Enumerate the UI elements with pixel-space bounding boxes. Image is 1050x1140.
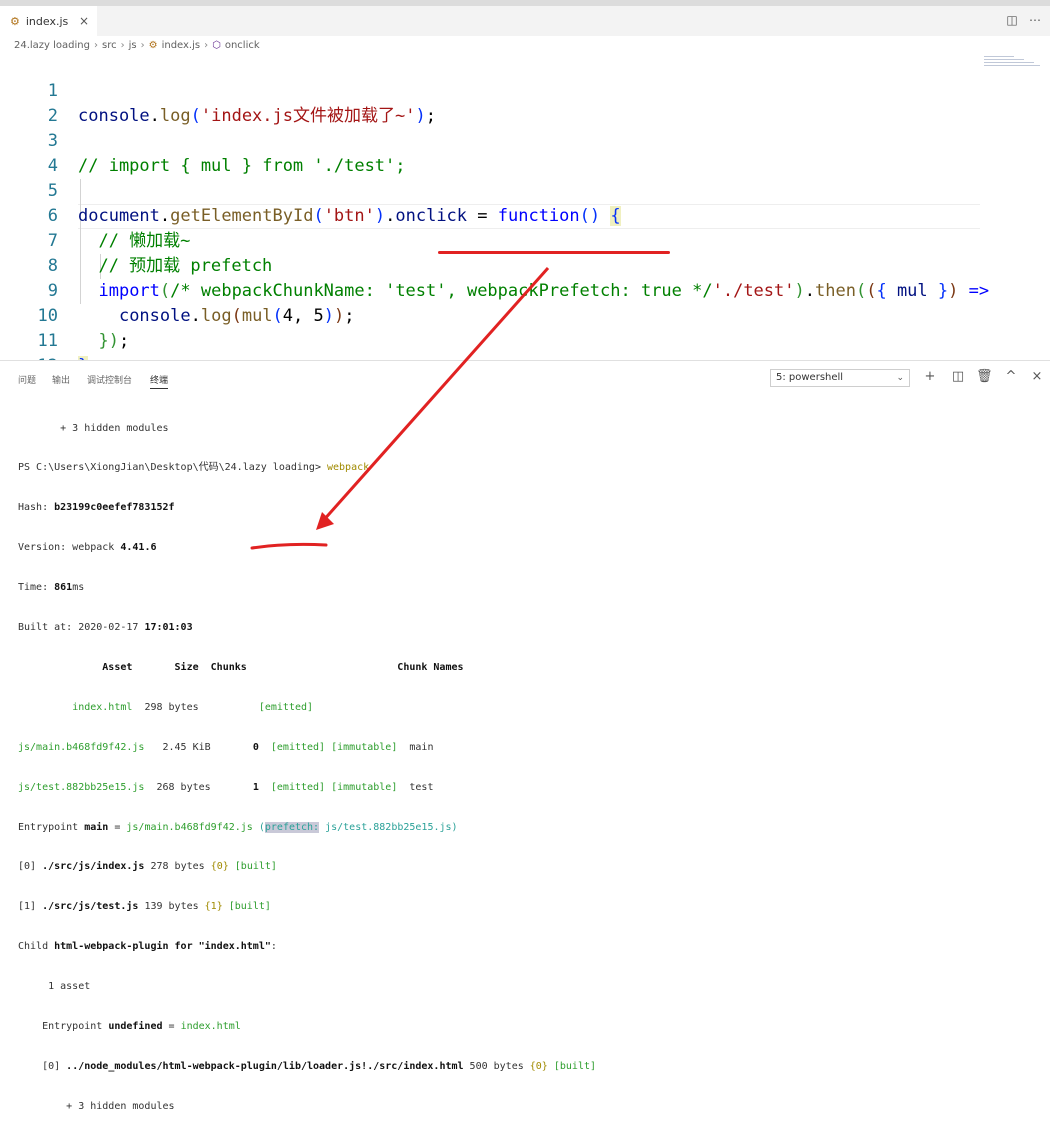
tab-output[interactable]: 输出 <box>52 373 70 386</box>
code-editor[interactable]: 1 console.log('index.js文件被加载了~'); 2 3 //… <box>0 54 1050 376</box>
more-actions-icon[interactable]: ⋯ <box>1028 13 1042 27</box>
breadcrumb: 24.lazy loading › src › js › ⚙ index.js › ⬡ … <box>0 36 1050 54</box>
terminal-line: Hash: b23199c0eefef783152f <box>18 502 175 514</box>
code-line: 10 }); <box>0 279 980 351</box>
terminal-line: index.html 298 bytes [emitted] <box>72 701 314 713</box>
code-line: 1 console.log('index.js文件被加载了~'); <box>0 54 980 126</box>
code-line: 4 <box>0 129 980 176</box>
terminal-line: PS C:\Users\XiongJian\Desktop\代码\24.lazy… <box>18 462 370 474</box>
code-line: 7 // 预加载 prefetch <box>0 204 980 276</box>
terminal-line: Child html-webpack-plugin for "index.htm… <box>18 941 277 953</box>
terminal-line: 1 asset <box>18 981 91 993</box>
terminal-line: [1] ./src/js/test.js 139 bytes {1} [buil… <box>18 901 271 913</box>
js-file-icon: ⚙ <box>10 14 20 28</box>
shell-select-value: 5: powershell <box>776 372 844 383</box>
breadcrumb-item[interactable]: js <box>129 40 137 51</box>
code-line: 9 console.log(mul(4, 5)); <box>0 254 980 326</box>
breadcrumb-item[interactable]: onclick <box>225 40 260 51</box>
terminal-line: Entrypoint main = js/main.b468fd9f42.js … <box>18 821 458 833</box>
chevron-right-icon: › <box>94 39 98 51</box>
breadcrumb-item[interactable]: src <box>102 40 117 51</box>
bottom-panel: 问题 输出 调试控制台 终端 5: powershell ⌄ + ◫ 🗑 ^ ×… <box>0 360 1050 1112</box>
code-line: 6 // 懒加载~ <box>0 179 980 251</box>
chevron-right-icon: › <box>204 39 209 51</box>
chevron-down-icon: ⌄ <box>896 373 904 383</box>
chevron-right-icon: › <box>120 39 125 51</box>
code-line: 3 // import { mul } from './test'; <box>0 104 980 176</box>
code-line: 5 document.getElementById('btn').onclick… <box>0 154 980 226</box>
terminal-output[interactable]: + 3 hidden modules PS C:\Users\XiongJian… <box>18 395 1038 1140</box>
terminal-line: Version: webpack 4.41.6 <box>18 542 157 554</box>
tab-index-js[interactable]: ⚙ index.js × <box>0 6 97 36</box>
tab-problems[interactable]: 问题 <box>18 373 36 386</box>
js-file-icon: ⚙ <box>148 39 158 51</box>
terminal-line: + 3 hidden modules <box>18 422 169 434</box>
chevron-up-icon[interactable]: ^ <box>1003 369 1019 385</box>
terminal-line: js/main.b468fd9f42.js 2.45 KiB 0 [emitte… <box>18 741 434 753</box>
new-terminal-icon[interactable]: + <box>922 369 938 385</box>
breadcrumb-item[interactable]: index.js <box>162 40 201 51</box>
close-icon[interactable]: × <box>1029 369 1045 385</box>
terminal-line: [0] ../node_modules/html-webpack-plugin/… <box>18 1060 597 1072</box>
split-editor-icon[interactable]: ◫ <box>1005 13 1019 27</box>
terminal-line: Entrypoint undefined = index.html <box>18 1020 241 1032</box>
terminal-line: + 3 hidden modules <box>18 1100 175 1112</box>
editor-tab-bar: ⚙ index.js × ◫ ⋯ <box>0 6 1050 36</box>
method-cube-icon: ⬡ <box>212 39 221 51</box>
chevron-right-icon: › <box>140 39 145 51</box>
terminal-line: js/test.882bb25e15.js 268 bytes 1 [emitt… <box>18 781 434 793</box>
tab-label: index.js <box>25 14 69 28</box>
minimap[interactable] <box>980 54 1044 94</box>
red-underline-annotation <box>438 251 670 254</box>
terminal-line: Time: 861ms <box>18 582 85 594</box>
trash-icon[interactable]: 🗑 <box>976 369 993 385</box>
breadcrumb-item[interactable]: 24.lazy loading <box>14 40 90 51</box>
terminal-line: Asset Size Chunks Chunk Names <box>18 661 464 673</box>
tab-terminal[interactable]: 终端 <box>150 373 169 389</box>
close-icon[interactable]: × <box>79 14 89 28</box>
terminal-line: Built at: 2020-02-17 17:01:03 <box>18 622 193 634</box>
split-terminal-icon[interactable]: ◫ <box>950 369 966 385</box>
terminal-line: [0] ./src/js/index.js 278 bytes {0} [bui… <box>18 861 277 873</box>
code-line: 11 }; <box>0 304 980 376</box>
tab-debug-console[interactable]: 调试控制台 <box>87 373 132 386</box>
terminal-shell-select[interactable]: 5: powershell ⌄ <box>770 369 910 387</box>
code-line: 2 <box>0 79 980 126</box>
code-line: 12 <box>0 329 980 376</box>
